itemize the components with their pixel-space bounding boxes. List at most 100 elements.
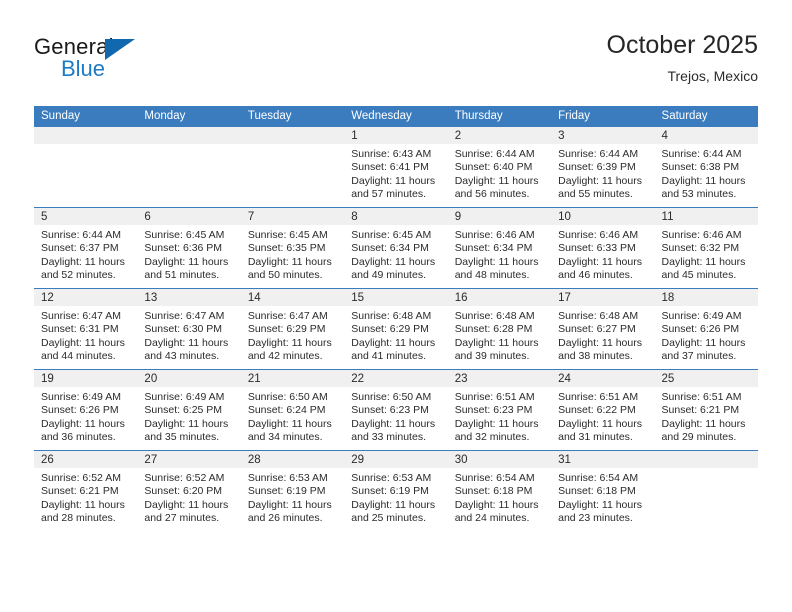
day-cell-inner: 29 Sunrise: 6:53 AM Sunset: 6:19 PM Dayligh… — [344, 451, 448, 531]
daylight-text-line1: Daylight: 11 hours — [351, 255, 436, 268]
calendar-header-row: Sunday Monday Tuesday Wednesday Thursday… — [34, 106, 758, 127]
daylight-text-line1: Daylight: 11 hours — [454, 336, 539, 349]
day-cell-inner: 11 Sunrise: 6:46 AM Sunset: 6:32 PM Dayligh… — [654, 208, 758, 288]
day-cell-inner: 21 Sunrise: 6:50 AM Sunset: 6:24 PM Dayligh… — [240, 370, 345, 450]
daylight-text-line1: Daylight: 11 hours — [558, 417, 642, 430]
day-cell-details: Sunrise: 6:50 AM Sunset: 6:23 PM Daylight:… — [344, 387, 447, 445]
logo-triangle-icon — [105, 39, 135, 60]
sunrise-text: Sunrise: 6:45 AM — [351, 229, 432, 241]
calendar-day-cell[interactable]: 1 Sunrise: 6:43 AM Sunset: 6:41 PM Daylight… — [344, 127, 448, 208]
day-cell-inner: 17 Sunrise: 6:48 AM Sunset: 6:27 PM Dayligh… — [551, 289, 655, 369]
sunset-text: Sunset: 6:32 PM — [661, 242, 740, 255]
day-number: 11 — [654, 208, 758, 225]
day-cell-inner — [34, 127, 138, 207]
daylight-text-line1: Daylight: 11 hours — [558, 174, 642, 187]
day-number: 25 — [654, 370, 758, 387]
day-cell-details: Sunrise: 6:46 AM Sunset: 6:32 PM Daylight:… — [655, 225, 758, 283]
calendar-day-cell[interactable]: 7 Sunrise: 6:45 AM Sunset: 6:35 PM Daylight… — [240, 207, 345, 289]
calendar-day-cell[interactable]: 11 Sunrise: 6:46 AM Sunset: 6:32 PM Dayligh… — [654, 207, 758, 289]
daylight-text-line2: and 37 minutes. — [661, 350, 737, 363]
sunrise-text: Sunrise: 6:44 AM — [454, 148, 535, 160]
calendar-day-cell[interactable]: 19 Sunrise: 6:49 AM Sunset: 6:26 PM Dayligh… — [34, 369, 138, 451]
daylight-text-line1: Daylight: 11 hours — [454, 255, 539, 268]
day-cell-inner: 22 Sunrise: 6:50 AM Sunset: 6:23 PM Dayligh… — [344, 370, 448, 450]
calendar-day-cell[interactable]: 26 Sunrise: 6:52 AM Sunset: 6:21 PM Dayligh… — [34, 450, 138, 531]
calendar-day-cell[interactable]: 21 Sunrise: 6:50 AM Sunset: 6:24 PM Dayligh… — [240, 369, 345, 451]
daylight-text-line1: Daylight: 11 hours — [661, 174, 746, 187]
calendar-day-cell[interactable]: 8 Sunrise: 6:45 AM Sunset: 6:34 PM Daylight… — [344, 207, 448, 289]
day-number: 27 — [137, 451, 241, 468]
daylight-text-line2: and 29 minutes. — [661, 431, 737, 444]
day-number: 29 — [344, 451, 448, 468]
calendar-day-cell[interactable]: 4 Sunrise: 6:44 AM Sunset: 6:38 PM Daylight… — [654, 127, 758, 208]
calendar-day-cell[interactable]: 24 Sunrise: 6:51 AM Sunset: 6:22 PM Dayligh… — [551, 369, 655, 451]
day-cell-details: Sunrise: 6:51 AM Sunset: 6:21 PM Daylight:… — [655, 387, 758, 445]
title-block: October 2025 Trejos, Mexico — [607, 30, 759, 86]
calendar-day-cell[interactable]: 17 Sunrise: 6:48 AM Sunset: 6:27 PM Dayligh… — [551, 288, 655, 370]
daylight-text-line2: and 26 minutes. — [247, 512, 323, 525]
day-cell-inner: 24 Sunrise: 6:51 AM Sunset: 6:22 PM Dayligh… — [551, 370, 655, 450]
sunset-text: Sunset: 6:31 PM — [41, 323, 119, 336]
daylight-text-line2: and 44 minutes. — [41, 350, 116, 363]
day-number: 12 — [34, 289, 138, 306]
day-cell-inner: 13 Sunrise: 6:47 AM Sunset: 6:30 PM Dayligh… — [137, 289, 241, 369]
calendar-day-cell[interactable]: 18 Sunrise: 6:49 AM Sunset: 6:26 PM Dayligh… — [654, 288, 758, 370]
calendar-week-row: 12 Sunrise: 6:47 AM Sunset: 6:31 PM Dayligh… — [34, 288, 758, 370]
calendar-day-cell[interactable]: 5 Sunrise: 6:44 AM Sunset: 6:37 PM Daylight… — [34, 207, 138, 289]
weekday-header-monday: Monday — [137, 106, 241, 127]
day-cell-inner: 19 Sunrise: 6:49 AM Sunset: 6:26 PM Dayligh… — [34, 370, 138, 450]
calendar-day-cell[interactable]: 23 Sunrise: 6:51 AM Sunset: 6:23 PM Dayligh… — [447, 369, 552, 451]
calendar-day-cell-empty — [34, 127, 138, 208]
calendar-day-cell[interactable]: 6 Sunrise: 6:45 AM Sunset: 6:36 PM Daylight… — [137, 207, 241, 289]
calendar-day-cell[interactable]: 31 Sunrise: 6:54 AM Sunset: 6:18 PM Dayligh… — [551, 450, 655, 531]
calendar-day-cell[interactable]: 29 Sunrise: 6:53 AM Sunset: 6:19 PM Dayligh… — [344, 450, 448, 531]
day-number — [137, 127, 241, 144]
daylight-text-line1: Daylight: 11 hours — [351, 174, 436, 187]
day-cell-details: Sunrise: 6:48 AM Sunset: 6:27 PM Daylight:… — [551, 306, 654, 364]
calendar-day-cell[interactable]: 28 Sunrise: 6:53 AM Sunset: 6:19 PM Dayligh… — [240, 450, 345, 531]
day-number: 4 — [654, 127, 758, 144]
sunrise-text: Sunrise: 6:48 AM — [351, 310, 432, 322]
day-number: 9 — [447, 208, 552, 225]
sunset-text: Sunset: 6:27 PM — [558, 323, 636, 336]
calendar-day-cell[interactable]: 16 Sunrise: 6:48 AM Sunset: 6:28 PM Dayligh… — [447, 288, 552, 370]
calendar-day-cell[interactable]: 27 Sunrise: 6:52 AM Sunset: 6:20 PM Dayligh… — [137, 450, 241, 531]
daylight-text-line1: Daylight: 11 hours — [144, 336, 229, 349]
calendar-day-cell[interactable]: 12 Sunrise: 6:47 AM Sunset: 6:31 PM Dayligh… — [34, 288, 138, 370]
calendar-day-cell[interactable]: 9 Sunrise: 6:46 AM Sunset: 6:34 PM Daylight… — [447, 207, 552, 289]
calendar-day-cell[interactable]: 30 Sunrise: 6:54 AM Sunset: 6:18 PM Dayligh… — [447, 450, 552, 531]
daylight-text-line1: Daylight: 11 hours — [661, 336, 746, 349]
sunrise-text: Sunrise: 6:52 AM — [41, 472, 121, 484]
general-blue-logo[interactable]: General Blue — [34, 34, 234, 90]
calendar-day-cell[interactable]: 15 Sunrise: 6:48 AM Sunset: 6:29 PM Dayligh… — [344, 288, 448, 370]
sunset-text: Sunset: 6:34 PM — [454, 242, 533, 255]
sunset-text: Sunset: 6:33 PM — [558, 242, 636, 255]
page-header: General Blue October 2025 Trejos, Mexico — [34, 30, 758, 100]
calendar-day-cell[interactable]: 22 Sunrise: 6:50 AM Sunset: 6:23 PM Dayligh… — [344, 369, 448, 451]
calendar-day-cell[interactable]: 20 Sunrise: 6:49 AM Sunset: 6:25 PM Dayligh… — [137, 369, 241, 451]
day-number: 19 — [34, 370, 138, 387]
sunset-text: Sunset: 6:30 PM — [144, 323, 223, 336]
sunset-text: Sunset: 6:19 PM — [247, 485, 326, 498]
sunset-text: Sunset: 6:29 PM — [351, 323, 429, 336]
day-cell-details: Sunrise: 6:50 AM Sunset: 6:24 PM Daylight:… — [241, 387, 344, 445]
weekday-header-saturday: Saturday — [654, 106, 758, 127]
calendar-day-cell[interactable]: 10 Sunrise: 6:46 AM Sunset: 6:33 PM Dayligh… — [551, 207, 655, 289]
sunrise-text: Sunrise: 6:48 AM — [558, 310, 639, 322]
calendar-day-cell[interactable]: 3 Sunrise: 6:44 AM Sunset: 6:39 PM Daylight… — [551, 127, 655, 208]
day-cell-details: Sunrise: 6:48 AM Sunset: 6:28 PM Daylight:… — [448, 306, 551, 364]
calendar-day-cell[interactable]: 13 Sunrise: 6:47 AM Sunset: 6:30 PM Dayligh… — [137, 288, 241, 370]
sunset-text: Sunset: 6:26 PM — [41, 404, 119, 417]
day-cell-details: Sunrise: 6:43 AM Sunset: 6:41 PM Daylight:… — [344, 144, 447, 202]
sunset-text: Sunset: 6:21 PM — [41, 485, 119, 498]
calendar-day-cell[interactable]: 14 Sunrise: 6:47 AM Sunset: 6:29 PM Dayligh… — [240, 288, 345, 370]
day-number: 6 — [137, 208, 241, 225]
day-number: 20 — [137, 370, 241, 387]
day-cell-details: Sunrise: 6:54 AM Sunset: 6:18 PM Daylight:… — [551, 468, 654, 526]
day-cell-details: Sunrise: 6:47 AM Sunset: 6:31 PM Daylight:… — [34, 306, 137, 364]
day-cell-details: Sunrise: 6:45 AM Sunset: 6:35 PM Daylight:… — [241, 225, 344, 283]
day-cell-inner: 31 Sunrise: 6:54 AM Sunset: 6:18 PM Dayligh… — [551, 451, 655, 531]
calendar-day-cell[interactable]: 2 Sunrise: 6:44 AM Sunset: 6:40 PM Daylight… — [447, 127, 552, 208]
calendar-day-cell[interactable]: 25 Sunrise: 6:51 AM Sunset: 6:21 PM Dayligh… — [654, 369, 758, 451]
daylight-text-line2: and 27 minutes. — [144, 512, 220, 525]
